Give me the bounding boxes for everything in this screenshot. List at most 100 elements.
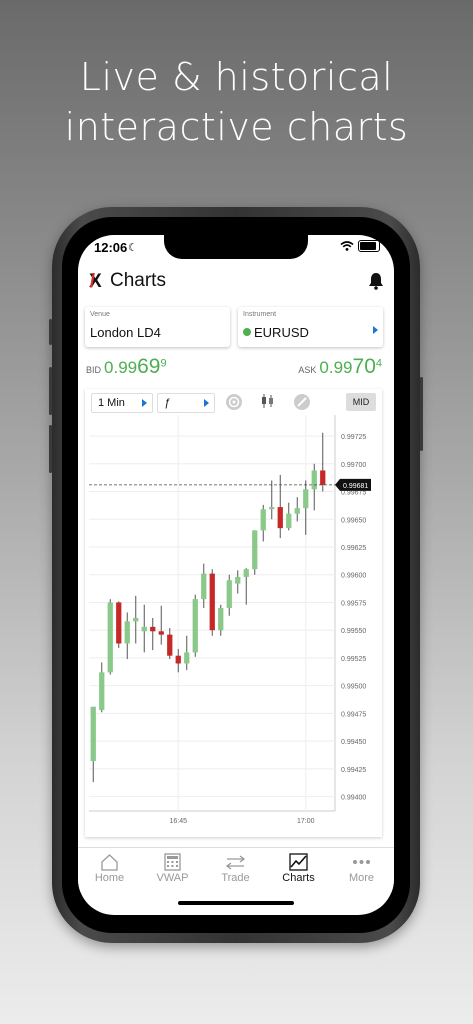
tab-charts[interactable]: Charts bbox=[267, 852, 330, 884]
instrument-selector[interactable]: Instrument EURUSD bbox=[238, 307, 383, 347]
candle-body bbox=[124, 621, 130, 644]
mute-switch bbox=[49, 319, 52, 345]
candle-body bbox=[201, 573, 207, 600]
y-tick-label: 0.99700 bbox=[341, 462, 366, 469]
candle-body bbox=[184, 652, 190, 664]
bell-icon[interactable] bbox=[368, 272, 384, 290]
tab-home[interactable]: Home bbox=[78, 852, 141, 884]
crosshair-icon[interactable] bbox=[224, 393, 244, 411]
candle-body bbox=[209, 573, 215, 631]
calculator-icon bbox=[164, 853, 181, 871]
more-icon bbox=[353, 860, 370, 864]
volume-down-button bbox=[49, 425, 52, 473]
ask-price: ASK 0.99704 bbox=[298, 355, 382, 379]
interval-value: 1 Min bbox=[98, 397, 125, 409]
candle-body bbox=[311, 470, 317, 490]
y-tick-label: 0.99400 bbox=[341, 795, 366, 802]
y-tick-label: 0.99425 bbox=[341, 767, 366, 774]
mid-button[interactable]: MID bbox=[346, 393, 376, 411]
venue-selector[interactable]: Venue London LD4 bbox=[85, 307, 230, 347]
ask-big: 70 bbox=[352, 355, 376, 378]
candle-body bbox=[277, 507, 283, 529]
headline-line-2: interactive charts bbox=[64, 105, 409, 149]
ask-label: ASK bbox=[298, 365, 317, 375]
y-tick-label: 0.99650 bbox=[341, 517, 366, 524]
app-bar: X/ Charts bbox=[78, 263, 394, 299]
tab-bar: Home VWAP Trade Charts More bbox=[78, 847, 394, 892]
phone-frame: 12:06 ☾ X/ Charts Venue London LD4 Instr… bbox=[49, 207, 423, 943]
candle-body bbox=[243, 569, 249, 577]
screen: 12:06 ☾ X/ Charts Venue London LD4 Instr… bbox=[78, 235, 394, 915]
function-dropdown[interactable]: ƒ bbox=[157, 393, 215, 413]
status-icons bbox=[340, 240, 380, 252]
chevron-right-icon bbox=[204, 399, 209, 407]
candle-body bbox=[99, 672, 105, 711]
candle-body bbox=[286, 513, 292, 529]
app-logo-icon: X/ bbox=[89, 271, 102, 292]
tab-more-label: More bbox=[348, 872, 375, 884]
candle-body bbox=[150, 626, 156, 632]
candle-body bbox=[192, 599, 198, 653]
tab-more[interactable]: More bbox=[330, 852, 393, 884]
instrument-label: Instrument bbox=[243, 311, 277, 318]
wifi-icon bbox=[340, 241, 354, 251]
y-tick-label: 0.99500 bbox=[341, 684, 366, 691]
bid-small: 9 bbox=[160, 357, 167, 370]
interval-dropdown[interactable]: 1 Min bbox=[91, 393, 153, 413]
venue-label: Venue bbox=[90, 311, 110, 318]
candle-body bbox=[167, 634, 173, 656]
y-tick-label: 0.99525 bbox=[341, 656, 366, 663]
draw-tool-icon[interactable] bbox=[292, 393, 312, 411]
candle-body bbox=[303, 489, 309, 509]
function-value: ƒ bbox=[164, 397, 171, 409]
chart-panel: 1 Min ƒ MID 0.99725 0.99700 0.99675 0.99… bbox=[85, 389, 382, 837]
chevron-right-icon bbox=[373, 326, 378, 334]
candle-body bbox=[294, 508, 300, 514]
tab-vwap-label: VWAP bbox=[156, 872, 189, 884]
status-dot-icon bbox=[243, 328, 251, 336]
swap-arrows-icon bbox=[225, 855, 246, 870]
candle-body bbox=[269, 507, 275, 510]
y-tick-label: 0.99625 bbox=[341, 545, 366, 552]
home-indicator bbox=[178, 901, 294, 905]
ask-small: 4 bbox=[375, 357, 382, 370]
candle-body bbox=[133, 617, 139, 622]
y-tick-label: 0.99725 bbox=[341, 434, 366, 441]
instrument-value: EURUSD bbox=[254, 325, 309, 340]
y-tick-label: 0.99475 bbox=[341, 711, 366, 718]
battery-icon bbox=[358, 240, 380, 252]
moon-icon: ☾ bbox=[128, 242, 138, 254]
x-tick-label: 17:00 bbox=[297, 818, 315, 825]
candle-body bbox=[260, 509, 266, 531]
current-price-label: 0.99681 bbox=[343, 483, 368, 490]
headline-line-1: Live & historical bbox=[79, 55, 394, 99]
volume-up-button bbox=[49, 367, 52, 415]
tab-home-label: Home bbox=[94, 872, 125, 884]
notch bbox=[164, 235, 308, 259]
candlestick-chart[interactable]: 0.997250.997000.996750.996500.996250.996… bbox=[85, 415, 382, 837]
y-tick-label: 0.99600 bbox=[341, 573, 366, 580]
y-tick-label: 0.99575 bbox=[341, 600, 366, 607]
instrument-value-wrap: EURUSD bbox=[243, 325, 309, 340]
y-tick-label: 0.99550 bbox=[341, 628, 366, 635]
candle-body bbox=[175, 655, 181, 664]
candle-body bbox=[141, 626, 147, 632]
candle-body bbox=[116, 602, 122, 644]
candle-body bbox=[218, 608, 224, 631]
bid-price: BID 0.99699 bbox=[86, 355, 167, 379]
y-tick-label: 0.99450 bbox=[341, 739, 366, 746]
candle-body bbox=[235, 576, 241, 584]
candlestick-icon[interactable] bbox=[258, 393, 278, 411]
tab-vwap[interactable]: VWAP bbox=[141, 852, 204, 884]
page-title: Charts bbox=[110, 270, 166, 291]
bid-big: 69 bbox=[137, 355, 161, 378]
tab-trade[interactable]: Trade bbox=[204, 852, 267, 884]
candle-body bbox=[252, 530, 258, 570]
tab-trade-label: Trade bbox=[221, 872, 250, 884]
tab-charts-label: Charts bbox=[282, 872, 315, 884]
chart-icon bbox=[289, 853, 308, 871]
venue-value: London LD4 bbox=[90, 325, 161, 340]
headline: Live & historical interactive charts bbox=[0, 52, 473, 152]
ask-main: 0.99 bbox=[319, 358, 353, 377]
candle-body bbox=[320, 470, 326, 485]
